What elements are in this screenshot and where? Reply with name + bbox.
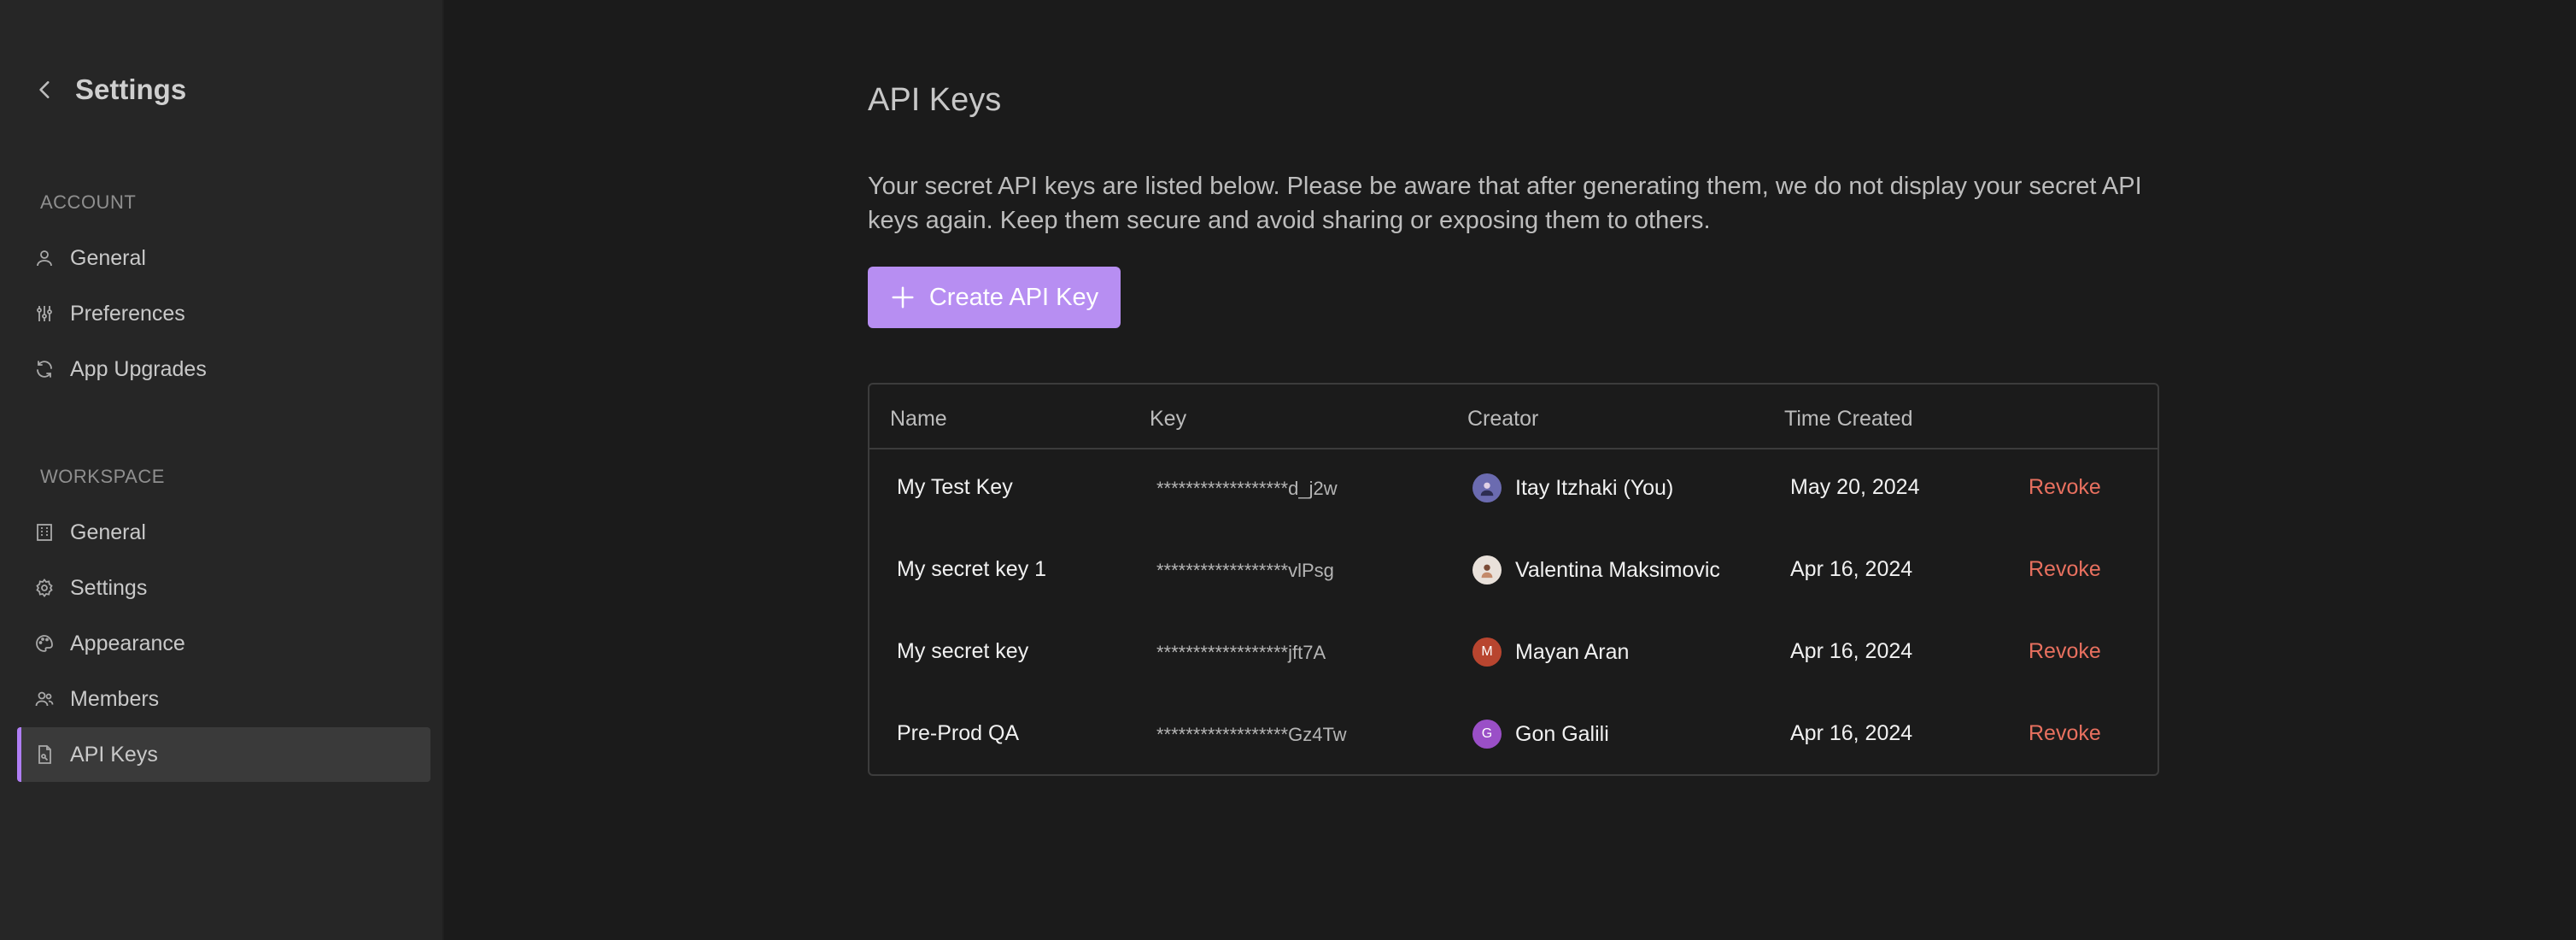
sidebar-item-appearance[interactable]: Appearance	[17, 616, 430, 671]
sidebar-item-label: Settings	[70, 575, 148, 600]
key-name: My secret key 1	[897, 557, 1047, 581]
avatar: M	[1472, 637, 1502, 667]
sliders-icon	[37, 306, 52, 321]
table-header: Name Key Creator Time Created	[869, 385, 2157, 449]
palette-icon	[36, 635, 53, 652]
sidebar-item-preferences[interactable]: Preferences	[17, 286, 430, 341]
sidebar-item-label: General	[70, 520, 146, 544]
sidebar-item-account-general[interactable]: General	[17, 231, 430, 285]
column-header-time-created: Time Created	[1784, 407, 1913, 431]
sidebar-item-app-upgrades[interactable]: App Upgrades	[17, 342, 430, 397]
page-title: API Keys	[868, 82, 1002, 118]
sidebar-item-label: Appearance	[70, 631, 185, 655]
api-keys-table: Name Key Creator Time Created My Test Ke…	[868, 383, 2159, 776]
key-name: My Test Key	[897, 475, 1013, 499]
creator: Itay Itzhaki (You)	[1472, 473, 1673, 502]
key-name: Pre-Prod QA	[897, 721, 1020, 745]
person-avatar-icon	[1481, 564, 1493, 579]
sidebar-item-label: Members	[70, 686, 160, 711]
masked-key: ******************vlPsg	[1156, 560, 1334, 581]
avatar	[1472, 473, 1502, 502]
creator-name: Mayan Aran	[1515, 639, 1630, 664]
table-row: Pre-Prod QA ******************Gz4Tw G Go…	[869, 696, 2157, 778]
creator: G Gon Galili	[1472, 720, 1609, 749]
creator: M Mayan Aran	[1472, 637, 1629, 667]
back-to-settings[interactable]: Settings	[34, 73, 186, 106]
table-row: My secret key 1 ******************vlPsg …	[869, 532, 2157, 614]
account-section-label: ACCOUNT	[40, 191, 137, 213]
sidebar: Settings ACCOUNT General Preferences App…	[0, 0, 444, 940]
create-api-key-button[interactable]: Create API Key	[868, 267, 1121, 328]
workspace-section-label: WORKSPACE	[40, 466, 165, 487]
page-description: Your secret API keys are listed below. P…	[868, 173, 2142, 234]
revoke-button[interactable]: Revoke	[2029, 475, 2101, 500]
column-header-key: Key	[1150, 407, 1187, 431]
chevron-left-icon	[39, 81, 50, 98]
table-row: My Test Key ******************d_j2w Itay…	[869, 449, 2157, 532]
sidebar-item-label: Preferences	[70, 301, 185, 326]
user-icon	[37, 250, 52, 267]
sidebar-item-label: App Upgrades	[70, 356, 207, 381]
time-created: Apr 16, 2024	[1790, 639, 1913, 663]
masked-key: ******************d_j2w	[1156, 478, 1338, 499]
sidebar-item-workspace-settings[interactable]: Settings	[17, 561, 430, 615]
plus-icon	[892, 286, 914, 308]
masked-key: ******************jft7A	[1156, 642, 1326, 663]
table-row: My secret key ******************jft7A M …	[869, 614, 2157, 696]
time-created: Apr 16, 2024	[1790, 557, 1913, 581]
gear-icon	[36, 579, 53, 597]
revoke-button[interactable]: Revoke	[2029, 639, 2101, 664]
person-avatar-icon	[1480, 482, 1494, 496]
creator-name: Valentina Maksimovic	[1515, 557, 1720, 582]
creator: Valentina Maksimovic	[1472, 555, 1720, 585]
avatar: G	[1472, 720, 1502, 749]
sidebar-item-api-keys[interactable]: API Keys	[17, 727, 430, 782]
masked-key: ******************Gz4Tw	[1156, 724, 1347, 745]
revoke-button[interactable]: Revoke	[2029, 721, 2101, 746]
key-name: My secret key	[897, 639, 1029, 663]
time-created: May 20, 2024	[1790, 475, 1920, 499]
sidebar-item-label: API Keys	[70, 742, 158, 767]
create-api-key-label: Create API Key	[928, 283, 1099, 311]
refresh-icon	[37, 361, 52, 378]
time-created: Apr 16, 2024	[1790, 721, 1913, 745]
creator-name: Itay Itzhaki (You)	[1515, 475, 1674, 500]
avatar	[1472, 555, 1502, 585]
sidebar-item-label: General	[70, 245, 146, 270]
column-header-creator: Creator	[1467, 407, 1539, 431]
sidebar-item-workspace-general[interactable]: General	[17, 505, 430, 560]
column-header-name: Name	[890, 407, 947, 431]
revoke-button[interactable]: Revoke	[2029, 557, 2101, 582]
sidebar-item-members[interactable]: Members	[17, 672, 430, 726]
creator-name: Gon Galili	[1515, 721, 1609, 746]
document-key-icon	[38, 745, 51, 764]
users-icon	[35, 691, 54, 707]
building-icon	[37, 524, 52, 541]
sidebar-title: Settings	[75, 73, 187, 105]
